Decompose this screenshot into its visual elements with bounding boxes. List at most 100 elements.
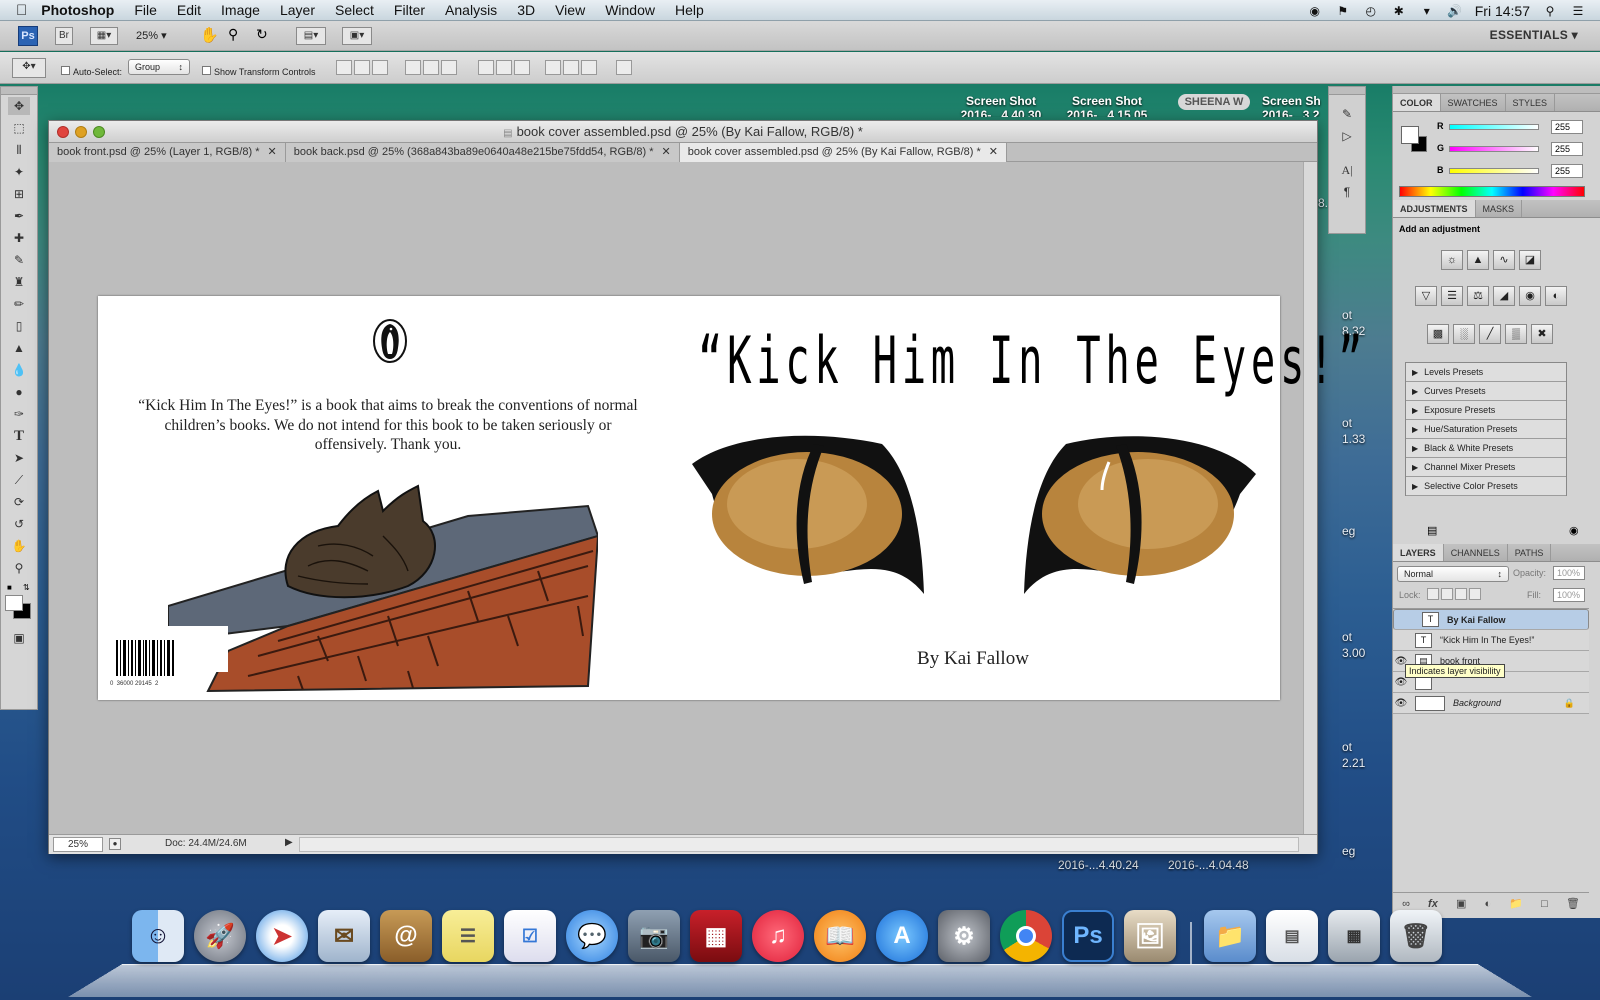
desktop-file-5[interactable]: 2016-...4.40.24 [1058, 858, 1139, 872]
volume-icon[interactable]: 🔊 [1447, 4, 1463, 18]
black-white-icon[interactable]: ◢ [1493, 286, 1515, 306]
toolbox-grip[interactable] [1, 87, 37, 95]
menu-layer[interactable]: Layer [270, 2, 325, 18]
itunes-icon[interactable]: ♫ [752, 910, 804, 962]
layer-name[interactable]: By Kai Fallow [1447, 615, 1506, 625]
character-panel-icon[interactable]: A| [1336, 161, 1358, 179]
layer-name[interactable]: Background [1453, 698, 1501, 708]
status-menu-arrow-icon[interactable]: ▶ [285, 837, 293, 848]
align-right-icon[interactable] [440, 60, 457, 75]
preset-black-white[interactable]: ▶ Black & White Presets [1406, 439, 1566, 458]
align-vcenter-icon[interactable] [354, 60, 370, 75]
brightness-contrast-icon[interactable]: ☼ [1441, 250, 1463, 270]
swap-colors-icon[interactable]: ⇅ [23, 583, 30, 592]
actions-panel-icon[interactable]: ▷ [1336, 127, 1358, 145]
healing-brush-tool-icon[interactable]: ✚ [8, 229, 30, 247]
align-left-icon[interactable] [404, 60, 421, 75]
launchpad-icon[interactable]: 🚀 [194, 910, 246, 962]
close-tab-icon[interactable]: ✕ [989, 146, 998, 158]
close-window-icon[interactable] [57, 126, 69, 138]
photo-booth-icon[interactable]: ▦ [690, 910, 742, 962]
hue-saturation-icon[interactable]: ☰ [1441, 286, 1463, 306]
flag-status-icon[interactable]: ⚑ [1335, 4, 1351, 18]
menu-file[interactable]: File [124, 2, 167, 18]
photoshop-dock-icon[interactable]: Ps [1062, 910, 1114, 962]
align-hcenter-icon[interactable] [422, 60, 439, 75]
right-dock-grip[interactable] [1393, 86, 1600, 94]
tab-color[interactable]: COLOR [1393, 94, 1441, 111]
desktop-file-2[interactable]: Screen Shot 2016-...4.15.05 [1052, 94, 1162, 117]
rotate-view-icon[interactable]: ↻ [256, 26, 268, 43]
move-tool-preset-picker[interactable]: ✥▾ [12, 58, 46, 78]
mini-bridge-button[interactable]: ▦▾ [90, 27, 118, 45]
tab-book-back[interactable]: book back.psd @ 25% (368a843ba89e0640a48… [285, 143, 680, 162]
panel-dock-grip[interactable] [1329, 87, 1365, 95]
preset-curves[interactable]: ▶ Curves Presets [1406, 382, 1566, 401]
horizontal-scrollbar[interactable] [299, 837, 1299, 852]
new-group-icon[interactable]: 📁 [1509, 897, 1523, 910]
preset-levels[interactable]: ▶ Levels Presets [1406, 363, 1566, 382]
preset-selective-color[interactable]: ▶ Selective Color Presets [1406, 477, 1566, 496]
status-zoom-field[interactable]: 25% [53, 837, 103, 852]
blend-mode-dropdown[interactable]: Normal ↕ [1397, 566, 1509, 582]
downloads-stack-icon[interactable]: ▦ [1328, 910, 1380, 962]
screen-mode-button[interactable]: ▣▾ [342, 27, 372, 45]
opacity-field[interactable]: 100% [1553, 566, 1585, 580]
wifi-icon[interactable]: ▾ [1419, 4, 1435, 18]
tab-styles[interactable]: STYLES [1506, 94, 1556, 111]
curves-icon[interactable]: ∿ [1493, 250, 1515, 270]
ibooks-icon[interactable]: 📖 [814, 910, 866, 962]
channel-mixer-icon[interactable]: ◐ [1545, 286, 1567, 306]
paint-bucket-tool-icon[interactable]: ▲ [8, 339, 30, 357]
b-channel-slider[interactable] [1449, 168, 1539, 174]
bluetooth-icon[interactable]: ✱ [1391, 4, 1407, 18]
tab-adjustments[interactable]: ADJUSTMENTS [1393, 200, 1476, 217]
blur-tool-icon[interactable]: 💧 [8, 361, 30, 379]
eyedropper-tool-icon[interactable]: ✒ [8, 207, 30, 225]
menu-edit[interactable]: Edit [167, 2, 211, 18]
close-tab-icon[interactable]: ✕ [268, 146, 277, 158]
menu-analysis[interactable]: Analysis [435, 2, 507, 18]
3d-rotate-tool-icon[interactable]: ⟳ [8, 493, 30, 511]
eye-icon[interactable]: 👁 [1393, 677, 1409, 688]
app-store-icon[interactable]: A [876, 910, 928, 962]
auto-align-layers-icon[interactable] [615, 60, 632, 75]
chrome-icon[interactable] [1000, 910, 1052, 962]
selective-color-icon[interactable]: ✖ [1531, 324, 1553, 344]
menu-3d[interactable]: 3D [507, 2, 545, 18]
lasso-tool-icon[interactable]: ⦀ [8, 141, 30, 159]
threshold-icon[interactable]: ╱ [1479, 324, 1501, 344]
contacts-icon[interactable]: @ [380, 910, 432, 962]
levels-icon[interactable]: ▲ [1467, 250, 1489, 270]
fg-color-chip[interactable] [1401, 126, 1419, 144]
tab-layers[interactable]: LAYERS [1393, 544, 1444, 561]
photo-filter-icon[interactable]: ◉ [1519, 286, 1541, 306]
preset-channel-mixer[interactable]: ▶ Channel Mixer Presets [1406, 458, 1566, 477]
desktop-file-6[interactable]: 2016-...4.04.48 [1168, 858, 1249, 872]
minimize-window-icon[interactable] [75, 126, 87, 138]
arrange-documents-button[interactable]: ▤▾ [296, 27, 326, 45]
documents-stack-icon[interactable]: ▤ [1266, 910, 1318, 962]
magic-wand-tool-icon[interactable]: ✦ [8, 163, 30, 181]
trash-icon[interactable]: 🗑 [1390, 910, 1442, 962]
type-tool-icon[interactable]: T [8, 427, 30, 445]
tab-book-front[interactable]: book front.psd @ 25% (Layer 1, RGB/8) * ✕ [49, 143, 286, 162]
marquee-tool-icon[interactable]: ⬚ [8, 119, 30, 137]
clone-stamp-tool-icon[interactable]: ♜ [8, 273, 30, 291]
quick-mask-icon[interactable]: ▣ [8, 629, 30, 647]
finder-icon[interactable]: ☺ [132, 910, 184, 962]
r-channel-slider[interactable] [1449, 124, 1539, 130]
lock-all-icon[interactable] [1469, 588, 1481, 600]
eye-icon[interactable]: 👁 [1393, 698, 1409, 709]
menu-window[interactable]: Window [595, 2, 665, 18]
invert-icon[interactable]: ▩ [1427, 324, 1449, 344]
apple-icon[interactable]:  [0, 2, 31, 19]
new-layer-icon[interactable]: □ [1541, 898, 1548, 910]
layer-row[interactable]: T “Kick Him In The Eyes!” [1393, 630, 1589, 651]
auto-select-checkbox[interactable] [61, 66, 70, 76]
hand-tool-icon[interactable]: ✋ [200, 26, 219, 44]
default-colors-icon[interactable]: ■ [7, 583, 12, 592]
dodge-tool-icon[interactable]: ● [8, 383, 30, 401]
crop-tool-icon[interactable]: ⊞ [8, 185, 30, 203]
menu-image[interactable]: Image [211, 2, 270, 18]
